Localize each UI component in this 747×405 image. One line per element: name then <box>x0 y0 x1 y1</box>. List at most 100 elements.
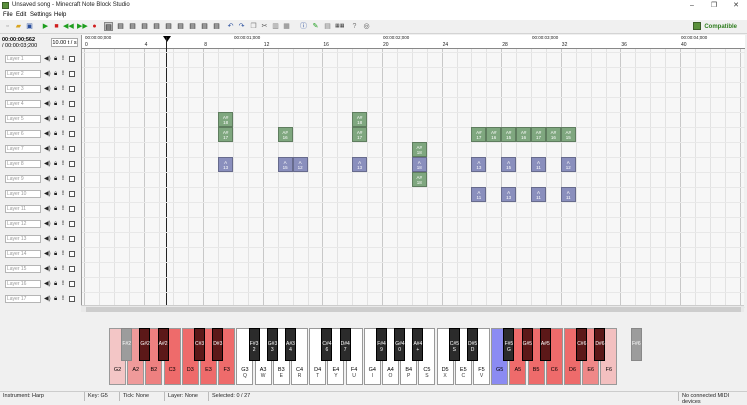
lock-icon[interactable]: 🔒︎ <box>54 205 57 213</box>
piano-black-key[interactable]: F#3 2 <box>248 328 260 361</box>
note-block[interactable]: A# 17 <box>352 127 368 142</box>
volume-icon[interactable]: ◀) <box>44 250 51 258</box>
piano-black-key[interactable]: D#6 <box>594 328 606 361</box>
note-block[interactable]: A# 18 <box>411 142 427 157</box>
solo-icon[interactable]: ! <box>62 235 64 243</box>
note-block[interactable]: A# 17 <box>218 127 234 142</box>
layer-row[interactable]: Layer 17 ◀) 🔒︎! <box>5 295 79 304</box>
midi-icon[interactable]: ▦▦ <box>335 22 344 31</box>
note-block[interactable]: A 18 <box>411 157 427 172</box>
volume-icon[interactable]: ◀) <box>44 85 51 93</box>
layer-row[interactable]: Layer 2 ◀) 🔒︎! <box>5 70 79 79</box>
layer-select-checkbox[interactable] <box>69 176 75 182</box>
delete-icon[interactable]: ▦ <box>282 22 291 31</box>
layer-name-field[interactable]: Layer 12 <box>5 220 41 228</box>
volume-icon[interactable]: ◀) <box>44 175 51 183</box>
lock-icon[interactable]: 🔒︎ <box>54 220 57 228</box>
select-all-icon[interactable]: ▤ <box>104 22 113 31</box>
layer-select-checkbox[interactable] <box>69 236 75 242</box>
solo-icon[interactable]: ! <box>62 175 64 183</box>
select-mode-8-icon[interactable]: ▤ <box>200 22 209 31</box>
volume-icon[interactable]: ◀) <box>44 190 51 198</box>
layer-name-field[interactable]: Layer 6 <box>5 130 41 138</box>
select-mode-9-icon[interactable]: ▤ <box>212 22 221 31</box>
piano-black-key[interactable]: A#2 <box>157 328 169 361</box>
layer-name-field[interactable]: Layer 16 <box>5 280 41 288</box>
piano-black-key[interactable]: A#5 <box>539 328 551 361</box>
solo-icon[interactable]: ! <box>62 190 64 198</box>
lock-icon[interactable]: 🔒︎ <box>54 265 57 273</box>
piano-black-key[interactable]: G#3 3 <box>266 328 278 361</box>
layer-name-field[interactable]: Layer 13 <box>5 235 41 243</box>
lock-icon[interactable]: 🔒︎ <box>54 235 57 243</box>
volume-icon[interactable]: ◀) <box>44 145 51 153</box>
help-icon[interactable]: ? <box>350 22 359 31</box>
layer-row[interactable]: Layer 13 ◀) 🔒︎! <box>5 235 79 244</box>
menu-help[interactable]: Help <box>54 12 66 18</box>
note-block[interactable]: A 12 <box>560 157 576 172</box>
layer-name-field[interactable]: Layer 1 <box>5 55 41 63</box>
lock-icon[interactable]: 🔒︎ <box>54 145 57 153</box>
layer-select-checkbox[interactable] <box>69 146 75 152</box>
piano-black-key[interactable]: C#6 <box>576 328 588 361</box>
cut-icon[interactable]: ✂ <box>260 22 269 31</box>
scrollbar-thumb[interactable] <box>86 307 741 312</box>
open-icon[interactable]: ▰ <box>14 22 23 31</box>
layer-name-field[interactable]: Layer 17 <box>5 295 41 303</box>
layer-name-field[interactable]: Layer 11 <box>5 205 41 213</box>
note-block[interactable]: A# 16 <box>545 127 561 142</box>
fast-forward-icon[interactable]: ▶▶ <box>77 22 88 31</box>
layer-select-checkbox[interactable] <box>69 251 75 257</box>
lock-icon[interactable]: 🔒︎ <box>54 160 57 168</box>
layer-row[interactable]: Layer 14 ◀) 🔒︎! <box>5 250 79 259</box>
piano-black-key[interactable]: D#3 <box>212 328 224 361</box>
select-mode-5-icon[interactable]: ▤ <box>164 22 173 31</box>
save-icon[interactable]: ▣ <box>25 22 34 31</box>
lock-icon[interactable]: 🔒︎ <box>54 175 57 183</box>
solo-icon[interactable]: ! <box>62 55 64 63</box>
piano-black-key[interactable]: D#5 D <box>467 328 478 361</box>
layer-row[interactable]: Layer 5 ◀) 🔒︎! <box>5 115 79 124</box>
menu-file[interactable]: File <box>3 12 13 18</box>
lock-icon[interactable]: 🔒︎ <box>54 250 57 258</box>
piano-black-key[interactable]: F#4 9 <box>376 328 387 361</box>
note-block[interactable]: A# 16 <box>277 127 293 142</box>
layer-row[interactable]: Layer 15 ◀) 🔒︎! <box>5 265 79 274</box>
layer-name-field[interactable]: Layer 5 <box>5 115 41 123</box>
play-icon[interactable]: ▶ <box>41 22 50 31</box>
piano-black-key[interactable]: G#2 <box>139 328 151 361</box>
layer-name-field[interactable]: Layer 4 <box>5 100 41 108</box>
note-block[interactable]: A 13 <box>352 157 368 172</box>
note-block[interactable]: A 13 <box>471 157 487 172</box>
layer-select-checkbox[interactable] <box>69 131 75 137</box>
website-icon[interactable]: ◎ <box>362 22 371 31</box>
solo-icon[interactable]: ! <box>62 160 64 168</box>
solo-icon[interactable]: ! <box>62 145 64 153</box>
piano-black-key[interactable]: A#3 4 <box>285 328 296 361</box>
copy-icon[interactable]: ❐ <box>249 22 258 31</box>
lock-icon[interactable]: 🔒︎ <box>54 100 57 108</box>
piano-black-key[interactable]: C#3 <box>194 328 205 361</box>
volume-icon[interactable]: ◀) <box>44 235 51 243</box>
layer-name-field[interactable]: Layer 8 <box>5 160 41 168</box>
select-mode-6-icon[interactable]: ▤ <box>176 22 185 31</box>
lock-icon[interactable]: 🔒︎ <box>54 70 57 78</box>
solo-icon[interactable]: ! <box>62 220 64 228</box>
volume-icon[interactable]: ◀) <box>44 280 51 288</box>
note-block[interactable]: A# 15 <box>501 127 517 142</box>
layer-select-checkbox[interactable] <box>69 221 75 227</box>
note-block[interactable]: A# 15 <box>560 127 576 142</box>
layer-row[interactable]: Layer 4 ◀) 🔒︎! <box>5 100 79 109</box>
layer-row[interactable]: Layer 9 ◀) 🔒︎! <box>5 175 79 184</box>
piano-black-key[interactable]: C#5 S <box>448 328 460 361</box>
layer-row[interactable]: Layer 8 ◀) 🔒︎! <box>5 160 79 169</box>
note-block[interactable]: A# 17 <box>531 127 546 142</box>
layer-row[interactable]: Layer 12 ◀) 🔒︎! <box>5 220 79 229</box>
solo-icon[interactable]: ! <box>62 250 64 258</box>
note-block[interactable]: A# 17 <box>471 127 487 142</box>
note-block[interactable]: A 11 <box>560 187 576 202</box>
tempo-field[interactable]: 10.00 t / s <box>51 38 78 47</box>
lock-icon[interactable]: 🔒︎ <box>54 85 57 93</box>
close-button[interactable]: ✕ <box>725 1 747 10</box>
layer-name-field[interactable]: Layer 10 <box>5 190 41 198</box>
